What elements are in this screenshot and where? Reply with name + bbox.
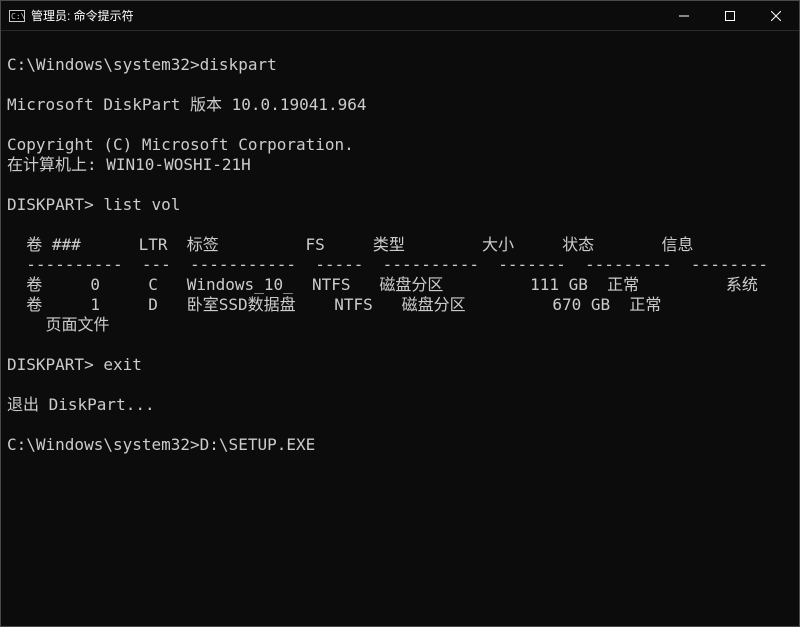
terminal-area[interactable]: C:\Windows\system32>diskpart Microsoft D… bbox=[1, 31, 799, 626]
maximize-button[interactable] bbox=[707, 1, 753, 31]
cmd-icon: C:\ bbox=[9, 8, 25, 24]
window-title: 管理员: 命令提示符 bbox=[31, 7, 661, 24]
command-prompt-window: C:\ 管理员: 命令提示符 C:\Windows\system32>diskp… bbox=[0, 0, 800, 627]
close-button[interactable] bbox=[753, 1, 799, 31]
window-controls bbox=[661, 1, 799, 30]
minimize-button[interactable] bbox=[661, 1, 707, 31]
terminal-output: C:\Windows\system32>diskpart Microsoft D… bbox=[7, 35, 793, 455]
titlebar[interactable]: C:\ 管理员: 命令提示符 bbox=[1, 1, 799, 31]
svg-text:C:\: C:\ bbox=[11, 12, 25, 21]
